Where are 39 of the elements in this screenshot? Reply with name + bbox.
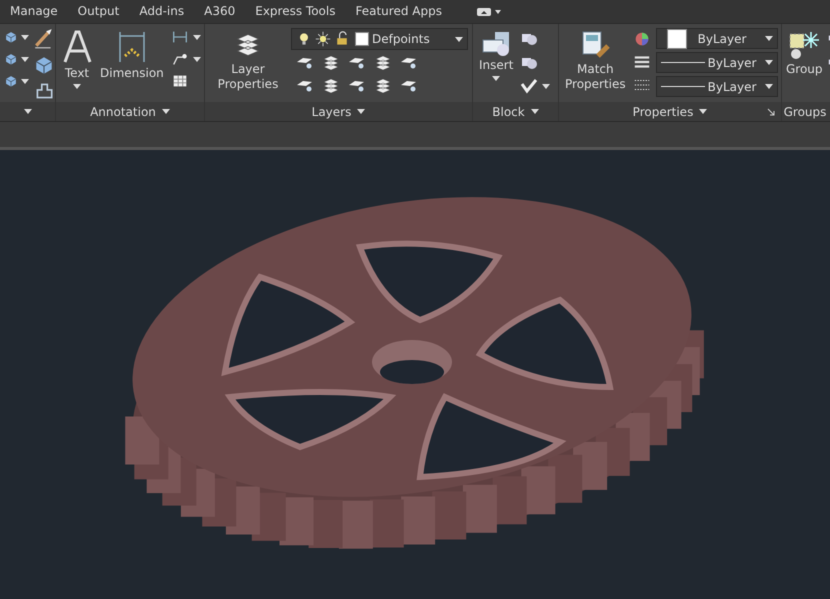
ribbon-tab[interactable]: Add-ins bbox=[129, 0, 194, 23]
lineweight-dropdown[interactable]: ByLayer bbox=[656, 76, 778, 97]
panel-title[interactable]: Layers bbox=[312, 104, 352, 118]
caret-icon[interactable] bbox=[21, 34, 29, 40]
insert-block-icon[interactable] bbox=[481, 30, 512, 56]
dimension-icon[interactable] bbox=[116, 30, 147, 64]
layer-tool-icon[interactable] bbox=[373, 53, 393, 73]
caret-icon[interactable] bbox=[530, 109, 539, 114]
ribbon-tab[interactable]: A360 bbox=[194, 0, 246, 23]
sun-icon[interactable] bbox=[315, 30, 331, 48]
caret-icon[interactable] bbox=[21, 78, 29, 84]
caret-icon[interactable] bbox=[192, 34, 201, 40]
layer-tool-icon[interactable] bbox=[373, 76, 393, 96]
ribbon-button[interactable]: Match Properties bbox=[563, 28, 628, 94]
group-icon[interactable] bbox=[787, 30, 822, 60]
ribbon-button[interactable]: Dimension bbox=[98, 28, 166, 83]
layer-dropdown[interactable]: Defpoints bbox=[291, 28, 468, 50]
ribbon-tab[interactable]: Featured Apps bbox=[345, 0, 452, 23]
caret-icon[interactable] bbox=[192, 56, 201, 62]
ribbon-tab[interactable]: Manage bbox=[0, 0, 68, 23]
ribbon-button[interactable]: Insert bbox=[477, 28, 516, 83]
caret-icon[interactable] bbox=[21, 56, 29, 62]
layer-tool-icon[interactable] bbox=[321, 53, 341, 73]
color-dropdown[interactable]: ByLayer bbox=[656, 28, 778, 49]
caret-icon[interactable] bbox=[357, 109, 366, 114]
ribbon-tab[interactable]: Express Tools bbox=[245, 0, 346, 23]
letter-a-icon[interactable] bbox=[62, 30, 92, 64]
dialog-launcher-icon[interactable] bbox=[767, 108, 775, 116]
linetype-dropdown[interactable]: ByLayer bbox=[656, 52, 778, 73]
ribbon-tab[interactable]: Output bbox=[68, 0, 130, 23]
caret-icon[interactable] bbox=[542, 84, 550, 88]
ribbon-button[interactable]: Text bbox=[60, 28, 94, 91]
caret-icon[interactable] bbox=[699, 109, 708, 114]
caret-icon[interactable] bbox=[162, 109, 170, 114]
ribbon-button[interactable]: Group bbox=[784, 28, 825, 79]
paintbrush-icon[interactable] bbox=[580, 30, 610, 60]
caret-icon[interactable] bbox=[24, 109, 32, 114]
layer-tool-icon[interactable] bbox=[321, 76, 341, 96]
ribbon-button[interactable]: Layer Properties bbox=[209, 28, 287, 94]
